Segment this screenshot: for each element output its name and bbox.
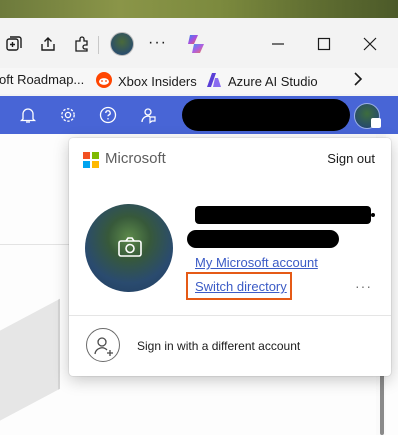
browser-titlebar: ··· xyxy=(0,18,398,68)
redacted-user-name xyxy=(182,99,350,131)
brand-name: Microsoft xyxy=(105,150,166,167)
collections-icon[interactable] xyxy=(4,34,24,54)
bookmark-xbox-insiders[interactable]: Xbox Insiders xyxy=(96,72,197,91)
bookmarks-bar: oft Roadmap... Xbox Insiders Azure AI St… xyxy=(0,68,398,94)
bookmark-label: oft Roadmap... xyxy=(0,72,85,87)
maximize-icon[interactable] xyxy=(314,34,334,54)
my-microsoft-account-link[interactable]: My Microsoft account xyxy=(195,255,318,270)
more-icon[interactable]: ··· xyxy=(148,34,167,52)
share-icon[interactable] xyxy=(38,34,58,54)
desktop-wallpaper xyxy=(0,0,398,18)
redacted-email xyxy=(187,230,339,248)
copilot-icon[interactable] xyxy=(184,32,208,56)
camera-icon[interactable] xyxy=(118,237,142,257)
reddit-icon xyxy=(96,72,112,91)
sign-out-link[interactable]: Sign out xyxy=(327,151,375,166)
microsoft-logo-icon xyxy=(83,152,99,168)
bookmark-roadmap[interactable]: oft Roadmap... xyxy=(0,72,84,87)
add-account-icon[interactable] xyxy=(86,328,120,362)
minimize-icon[interactable] xyxy=(268,34,288,54)
close-icon[interactable] xyxy=(360,34,380,54)
bookmark-azure-ai-studio[interactable]: Azure AI Studio xyxy=(206,72,318,91)
chevron-right-icon[interactable] xyxy=(352,71,364,92)
bookmark-label: Azure AI Studio xyxy=(228,74,318,89)
redaction-dot xyxy=(371,213,375,217)
bell-icon[interactable] xyxy=(18,105,38,125)
lock-icon xyxy=(371,118,381,128)
feedback-icon[interactable] xyxy=(138,105,158,125)
more-options-icon[interactable]: ··· xyxy=(355,278,372,294)
gear-icon[interactable] xyxy=(58,105,78,125)
azure-ai-icon xyxy=(206,72,222,91)
redacted-display-name xyxy=(195,206,371,224)
sign-in-different-account-link[interactable]: Sign in with a different account xyxy=(137,339,300,353)
profile-icon[interactable] xyxy=(110,32,134,56)
switch-directory-link[interactable]: Switch directory xyxy=(195,279,287,294)
bookmark-label: Xbox Insiders xyxy=(118,74,197,89)
toolbar-separator xyxy=(98,36,99,54)
extensions-icon[interactable] xyxy=(72,34,92,54)
account-flyout: Microsoft Sign out My Microsoft account … xyxy=(69,138,391,376)
flyout-divider xyxy=(69,315,391,316)
help-icon[interactable] xyxy=(98,105,118,125)
